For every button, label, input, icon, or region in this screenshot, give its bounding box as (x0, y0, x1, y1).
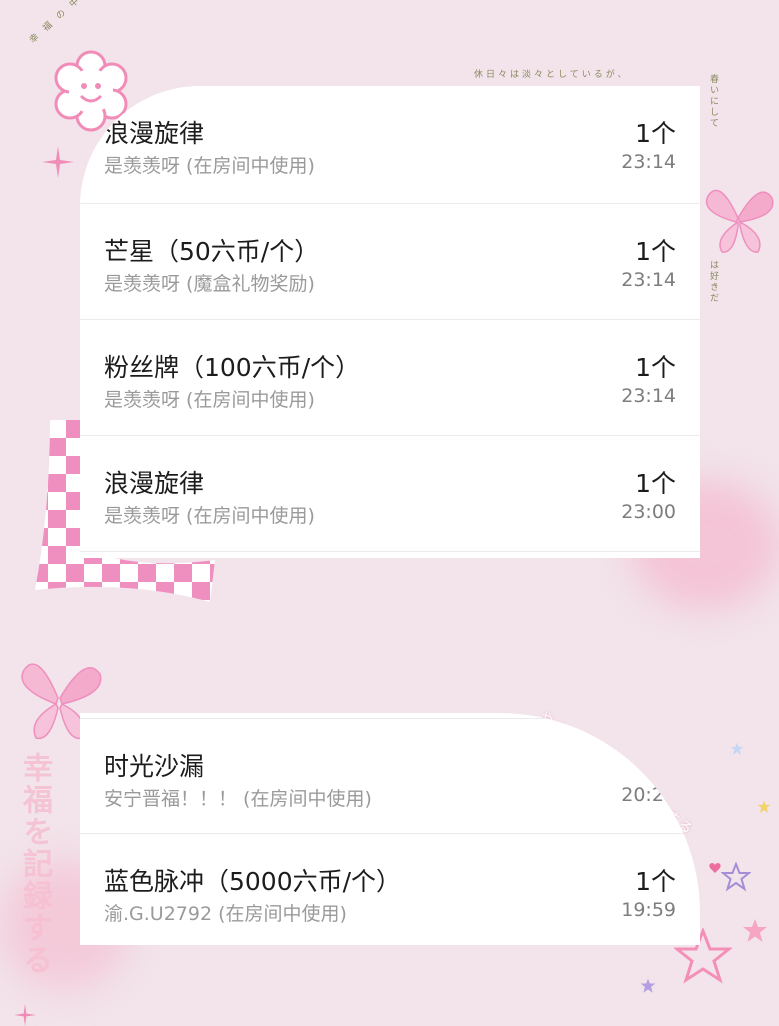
list-item[interactable]: 蓝色脉冲（5000六币/个） 渝.G.U2792 (在房间中使用) 1个 19:… (80, 834, 700, 945)
gift-quantity: 1个 (635, 353, 676, 382)
gift-record-card: 时光沙漏 安宁晋福！！！ (在房间中使用) 1 20:27 蓝色脉冲（5000六… (80, 713, 700, 945)
decor-text-circle: 幸 福 の 中 の 好 天 (28, 0, 124, 46)
list-item[interactable]: 芒星（50六币/个） 是羡羡呀 (魔盒礼物奖励) 1个 23:14 (80, 204, 700, 320)
decor-text-right-2: は好きだ (708, 260, 718, 304)
gift-quantity: 1 (660, 747, 676, 776)
gift-quantity: 1个 (635, 119, 676, 148)
star-icon (743, 919, 767, 942)
star-icon (730, 742, 744, 755)
gift-time: 19:59 (621, 899, 676, 921)
gift-time: 23:14 (621, 385, 676, 407)
gift-source: 是羡羡呀 (在房间中使用) (104, 505, 315, 527)
gift-source: 安宁晋福！！！ (在房间中使用) (104, 788, 372, 810)
gift-record-card: 浪漫旋律 是羡羡呀 (在房间中使用) 1个 23:14 芒星（50六币/个） 是… (80, 86, 700, 558)
decor-text-left: 幸福を記録する (17, 752, 52, 976)
heart-icon (709, 863, 721, 873)
sparkle-icon (42, 146, 74, 178)
sparkle-icon (14, 1004, 36, 1026)
gift-name: 时光沙漏 (104, 752, 205, 781)
list-item[interactable]: 浪漫旋律 是羡羡呀 (在房间中使用) 1个 23:00 (80, 436, 700, 552)
gift-time: 23:00 (621, 501, 676, 523)
gift-quantity: 1个 (635, 237, 676, 266)
list-item[interactable]: 浪漫旋律 是羡羡呀 (在房间中使用) 1个 23:14 (80, 86, 700, 204)
gift-source: 是羡羡呀 (在房间中使用) (104, 389, 315, 411)
decor-text-top: 休日々は淡々としているが、 (474, 70, 630, 80)
decor-text-right-1: 春いにして (708, 74, 718, 129)
gift-time: 20:27 (621, 784, 676, 806)
gift-source: 是羡羡呀 (在房间中使用) (104, 155, 315, 177)
gift-name: 蓝色脉冲（5000六币/个） (104, 867, 402, 896)
gift-source: 是羡羡呀 (魔盒礼物奖励) (104, 273, 315, 295)
gift-name: 芒星（50六币/个） (104, 237, 320, 266)
list-item[interactable]: 时光沙漏 安宁晋福！！！ (在房间中使用) 1 20:27 (80, 718, 700, 834)
gift-quantity: 1个 (635, 469, 676, 498)
gift-name: 浪漫旋律 (104, 119, 205, 148)
star-icon (757, 800, 771, 813)
list-item[interactable]: 粉丝牌（100六币/个） 是羡羡呀 (在房间中使用) 1个 23:14 (80, 320, 700, 436)
gift-time: 23:14 (621, 151, 676, 173)
gift-name: 浪漫旋律 (104, 469, 205, 498)
gift-source: 渝.G.U2792 (在房间中使用) (104, 903, 347, 925)
star-icon (640, 978, 656, 993)
gift-quantity: 1个 (635, 867, 676, 896)
gift-name: 粉丝牌（100六币/个） (104, 353, 361, 382)
butterfly-icon (705, 189, 774, 253)
star-outline-icon (721, 862, 751, 892)
gift-time: 23:14 (621, 269, 676, 291)
